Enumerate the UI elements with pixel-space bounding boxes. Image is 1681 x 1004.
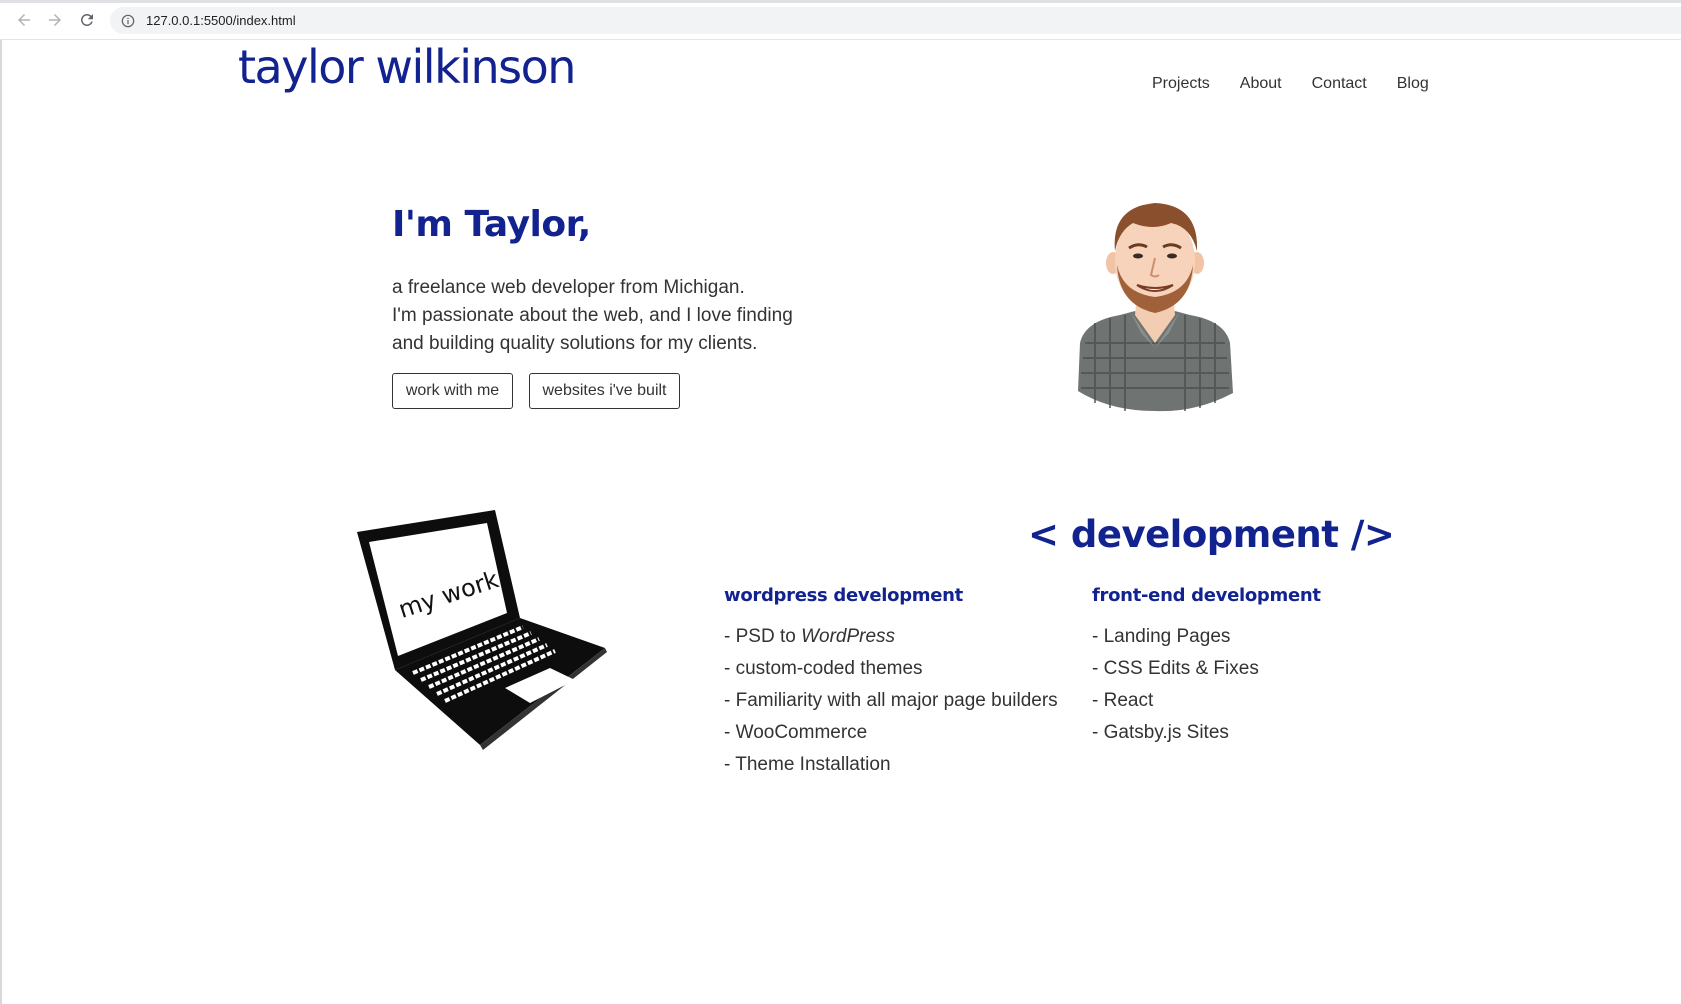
url-text: 127.0.0.1:5500/index.html xyxy=(146,13,296,28)
back-arrow-icon xyxy=(18,14,30,26)
hero-line: I'm passionate about the web, and I love… xyxy=(392,305,793,326)
list-item: - Gatsby.js Sites xyxy=(1092,722,1321,754)
list-item: - custom-coded themes xyxy=(724,658,1058,690)
list-item: - Theme Installation xyxy=(724,754,1058,786)
portrait-illustration xyxy=(1078,203,1233,412)
list-item-emphasis: WordPress xyxy=(801,626,896,647)
list-item-text: - Theme Installation xyxy=(724,754,891,775)
hero-line: and building quality solutions for my cl… xyxy=(392,333,758,354)
reload-button[interactable] xyxy=(76,9,98,31)
frontend-heading: front-end development xyxy=(1092,585,1321,606)
browser-toolbar: 127.0.0.1:5500/index.html xyxy=(0,0,1681,40)
list-item: - React xyxy=(1092,690,1321,722)
list-item-text: - WooCommerce xyxy=(724,722,868,743)
nav-link-blog[interactable]: Blog xyxy=(1397,75,1429,93)
websites-built-button[interactable]: websites i've built xyxy=(529,373,680,409)
wordpress-list: - PSD to WordPress - custom-coded themes… xyxy=(724,626,1058,786)
list-item-text: - React xyxy=(1092,690,1154,711)
forward-arrow-icon xyxy=(49,14,61,26)
info-icon[interactable] xyxy=(120,13,136,29)
nav-link-about[interactable]: About xyxy=(1240,75,1282,93)
main-nav: Projects About Contact Blog xyxy=(1152,75,1459,93)
laptop-my-work-illustration[interactable]: my work xyxy=(355,510,615,755)
list-item-text: - Familiarity with all major page builde… xyxy=(724,690,1058,711)
list-item-text: - PSD to xyxy=(724,626,802,647)
list-item: - Landing Pages xyxy=(1092,626,1321,658)
frontend-column: front-end development - Landing Pages - … xyxy=(1092,585,1321,754)
nav-link-projects[interactable]: Projects xyxy=(1152,75,1210,93)
list-item: - PSD to WordPress xyxy=(724,626,1058,658)
wordpress-heading: wordpress development xyxy=(724,585,963,606)
work-with-me-button[interactable]: work with me xyxy=(392,373,513,409)
list-item: - Familiarity with all major page builde… xyxy=(724,690,1058,722)
nav-link-contact[interactable]: Contact xyxy=(1312,75,1367,93)
tab-strip-edge xyxy=(0,0,1681,3)
forward-button[interactable] xyxy=(44,9,66,31)
hero-line: a freelance web developer from Michigan. xyxy=(392,277,745,298)
list-item-text: - Gatsby.js Sites xyxy=(1092,722,1229,743)
list-item: - WooCommerce xyxy=(724,722,1058,754)
list-item: - CSS Edits & Fixes xyxy=(1092,658,1321,690)
site-logo-text[interactable]: taylor wilkinson xyxy=(238,40,576,94)
address-bar[interactable]: 127.0.0.1:5500/index.html xyxy=(110,7,1681,34)
list-item-text: - custom-coded themes xyxy=(724,658,923,679)
development-title: < development /> xyxy=(1028,513,1395,556)
reload-icon xyxy=(80,13,93,26)
back-button[interactable] xyxy=(13,9,35,31)
hero-title: I'm Taylor, xyxy=(392,204,591,245)
wordpress-column: wordpress development - PSD to WordPress… xyxy=(724,585,1058,786)
frontend-list: - Landing Pages - CSS Edits & Fixes - Re… xyxy=(1092,626,1321,754)
list-item-text: - Landing Pages xyxy=(1092,626,1231,647)
window-edge xyxy=(0,40,2,1004)
hero-intro: a freelance web developer from Michigan.… xyxy=(392,274,892,358)
list-item-text: - CSS Edits & Fixes xyxy=(1092,658,1259,679)
